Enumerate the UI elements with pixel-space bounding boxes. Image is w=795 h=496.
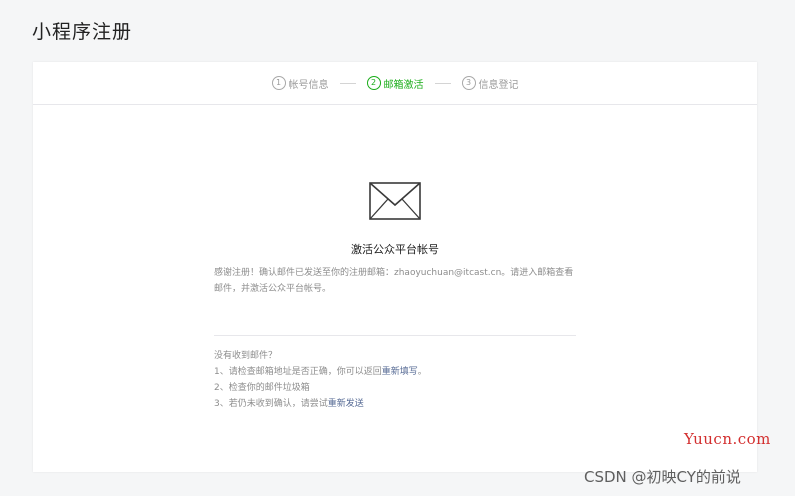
help-section: 没有收到邮件？ 1、请检查邮箱地址是否正确，你可以返回重新填写。 2、检查你的邮… — [214, 348, 594, 412]
step-number: 2 — [366, 76, 381, 90]
page-title: 小程序注册 — [32, 21, 133, 43]
step-email-activation: 2 邮箱激活 — [366, 76, 424, 91]
step-label: 帐号信息 — [288, 79, 329, 91]
step-label: 信息登记 — [478, 79, 519, 91]
help-text: 1、请检查邮箱地址是否正确，你可以返回 — [214, 367, 382, 377]
step-connector — [434, 82, 451, 84]
site-watermark: Yuucn.com — [684, 430, 771, 448]
help-item-check-address: 1、请检查邮箱地址是否正确，你可以返回重新填写。 — [214, 364, 594, 380]
step-connector — [339, 82, 356, 84]
help-text-end: 。 — [417, 367, 427, 377]
refill-link[interactable]: 重新填写 — [382, 367, 418, 377]
step-label: 邮箱激活 — [383, 79, 424, 91]
resend-link[interactable]: 重新发送 — [328, 399, 364, 409]
step-account-info: 1 帐号信息 — [271, 76, 329, 91]
activation-title: 激活公众平台帐号 — [351, 243, 439, 256]
step-indicator: 1 帐号信息 2 邮箱激活 3 信息登记 — [33, 62, 757, 105]
help-item-resend: 3、若仍未收到确认，请尝试重新发送 — [214, 396, 594, 412]
help-text: 3、若仍未收到确认，请尝试 — [214, 399, 328, 409]
divider — [214, 335, 576, 336]
csdn-watermark: CSDN @初映CY的前说 — [584, 468, 741, 486]
envelope-icon — [369, 182, 421, 220]
step-number: 3 — [461, 76, 476, 90]
registration-card: 1 帐号信息 2 邮箱激活 3 信息登记 激活公众平台帐号 感谢注册！确认邮件已… — [33, 62, 757, 472]
activation-description: 感谢注册！确认邮件已发送至你的注册邮箱：zhaoyuchuan@itcast.c… — [214, 268, 574, 294]
help-heading: 没有收到邮件？ — [214, 351, 278, 361]
step-info-registration: 3 信息登记 — [461, 76, 519, 91]
help-item-check-spam: 2、检查你的邮件垃圾箱 — [214, 383, 310, 393]
step-number: 1 — [271, 76, 286, 90]
